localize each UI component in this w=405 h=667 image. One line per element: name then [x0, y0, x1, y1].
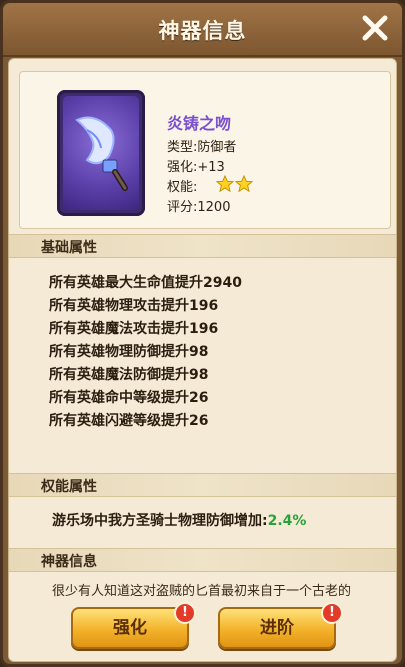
attribute-line: 所有英雄物理攻击提升196 [49, 298, 219, 314]
attribute-line: 所有英雄魔法攻击提升196 [49, 321, 219, 337]
section-title-skill: 权能属性 [41, 479, 97, 495]
alert-badge-icon: ! [321, 602, 343, 624]
advance-button-label: 进阶 [260, 618, 294, 638]
item-icon-frame [57, 90, 145, 216]
attribute-line: 所有英雄命中等级提升26 [49, 390, 209, 406]
skill-attribute-line: 游乐场中我方圣骑士物理防御增加:2.4% [52, 510, 306, 530]
window-title: 神器信息 [158, 19, 247, 43]
attribute-line: 所有英雄闪避等级提升26 [49, 413, 209, 429]
star-icon [235, 175, 253, 193]
star-icon [216, 175, 234, 193]
section-header-lore: 神器信息 [9, 548, 396, 572]
enhance-button[interactable]: 强化 ! [71, 602, 196, 649]
enhance-button-label: 强化 [113, 618, 147, 638]
item-summary-card: 炎铸之吻 类型:防御者 强化:+13 权能: 评分:1200 [19, 71, 391, 229]
attribute-line: 所有英雄物理防御提升98 [49, 344, 209, 360]
artifact-info-panel: 神器信息 炎铸之吻 类型:防御者 强化:+13 权能: 评分:1200 基础属性… [0, 0, 405, 667]
close-icon[interactable] [358, 11, 392, 45]
title-bar: 神器信息 [3, 3, 402, 57]
item-enhance-level: 强化:+13 [167, 160, 225, 175]
alert-badge-icon: ! [174, 602, 196, 624]
lore-text: 很少有人知道这对盗贼的匕首最初来自于一个古老的 [52, 584, 352, 599]
section-title-base: 基础属性 [41, 240, 97, 256]
section-title-lore: 神器信息 [41, 554, 97, 570]
section-header-skill: 权能属性 [9, 473, 396, 497]
item-skill-label: 权能: [167, 180, 198, 195]
content-area: 炎铸之吻 类型:防御者 强化:+13 权能: 评分:1200 基础属性 所有英雄… [8, 58, 397, 662]
dagger-icon [75, 116, 128, 191]
item-name: 炎铸之吻 [167, 114, 232, 133]
skill-attribute-value: 2.4% [267, 513, 307, 529]
skill-attribute-text: 游乐场中我方圣骑士物理防御增加: [52, 513, 268, 529]
attribute-line: 所有英雄最大生命值提升2940 [49, 275, 242, 291]
attribute-line: 所有英雄魔法防御提升98 [49, 367, 209, 383]
item-type: 类型:防御者 [167, 140, 237, 155]
section-header-base: 基础属性 [9, 234, 396, 258]
advance-button[interactable]: 进阶 ! [218, 602, 343, 649]
item-score: 评分:1200 [167, 200, 231, 215]
